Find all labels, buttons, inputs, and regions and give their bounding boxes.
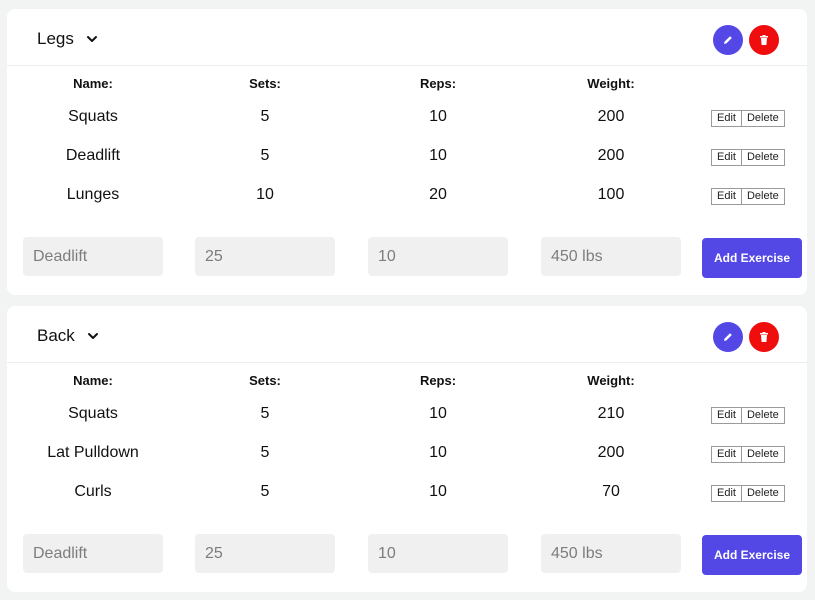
cell-sets: 10 [256,186,274,203]
chevron-down-icon [86,36,97,42]
reps-input[interactable] [368,237,508,276]
pencil-icon [724,36,732,44]
header-weight: Weight: [587,76,635,91]
cell-reps: 10 [429,405,447,422]
cell-name: Curls [74,483,112,500]
cell-sets: 5 [260,444,270,461]
header-sets: Sets: [249,373,281,388]
cell-weight: 200 [597,444,625,461]
cell-name: Lat Pulldown [47,444,139,461]
cell-sets: 5 [260,147,270,164]
header-name: Name: [73,76,113,91]
delete-row-button[interactable]: Delete [740,188,785,205]
workout-card-back: Back Name: Sets: Reps: Weight: Squats 5 … [7,306,807,592]
trash-icon [760,35,768,45]
row-actions: Edit Delete [711,110,785,127]
cell-weight: 100 [597,186,625,203]
cell-reps: 10 [429,444,447,461]
cell-weight: 210 [597,405,625,422]
row-actions: Edit Delete [711,446,785,463]
cell-reps: 20 [429,186,447,203]
delete-row-button[interactable]: Delete [740,485,785,502]
edit-list-button[interactable] [713,322,743,352]
list-title-toggle[interactable]: Legs [37,29,98,49]
sets-input[interactable] [195,534,335,573]
cell-weight: 70 [602,483,620,500]
row-actions: Edit Delete [711,485,785,502]
list-title: Legs [37,29,74,48]
cell-name: Lunges [66,186,120,203]
add-exercise-button[interactable]: Add Exercise [702,535,802,575]
header-sets: Sets: [249,76,281,91]
delete-list-button[interactable] [749,25,779,55]
cell-weight: 200 [597,108,625,125]
cell-weight: 200 [597,147,625,164]
row-actions: Edit Delete [711,188,785,205]
edit-row-button[interactable]: Edit [711,407,742,424]
delete-row-button[interactable]: Delete [740,110,785,127]
cell-reps: 10 [429,108,447,125]
cell-sets: 5 [260,108,270,125]
weight-input[interactable] [541,534,681,573]
header-reps: Reps: [419,373,457,388]
edit-row-button[interactable]: Edit [711,188,742,205]
card-header: Back [7,306,807,363]
delete-row-button[interactable]: Delete [740,407,785,424]
header-reps: Reps: [419,76,457,91]
cell-name: Deadlift [65,147,121,164]
edit-row-button[interactable]: Edit [711,110,742,127]
workout-card-legs: Legs Name: Sets: Reps: Weight: Squats 5 … [7,9,807,295]
cell-sets: 5 [260,405,270,422]
edit-list-button[interactable] [713,25,743,55]
list-title-toggle[interactable]: Back [37,326,99,346]
card-header: Legs [7,9,807,66]
delete-list-button[interactable] [749,322,779,352]
edit-row-button[interactable]: Edit [711,485,742,502]
trash-icon [760,332,768,342]
edit-row-button[interactable]: Edit [711,149,742,166]
cell-sets: 5 [260,483,270,500]
cell-reps: 10 [429,147,447,164]
header-name: Name: [73,373,113,388]
edit-row-button[interactable]: Edit [711,446,742,463]
pencil-icon [724,333,732,341]
chevron-down-icon [87,333,98,339]
cell-name: Squats [68,405,118,422]
row-actions: Edit Delete [711,149,785,166]
delete-row-button[interactable]: Delete [740,446,785,463]
exercise-name-input[interactable] [23,237,163,276]
cell-reps: 10 [429,483,447,500]
add-exercise-button[interactable]: Add Exercise [702,238,802,278]
sets-input[interactable] [195,237,335,276]
delete-row-button[interactable]: Delete [740,149,785,166]
header-weight: Weight: [587,373,635,388]
weight-input[interactable] [541,237,681,276]
list-title: Back [37,326,75,345]
cell-name: Squats [68,108,118,125]
reps-input[interactable] [368,534,508,573]
row-actions: Edit Delete [711,407,785,424]
exercise-name-input[interactable] [23,534,163,573]
